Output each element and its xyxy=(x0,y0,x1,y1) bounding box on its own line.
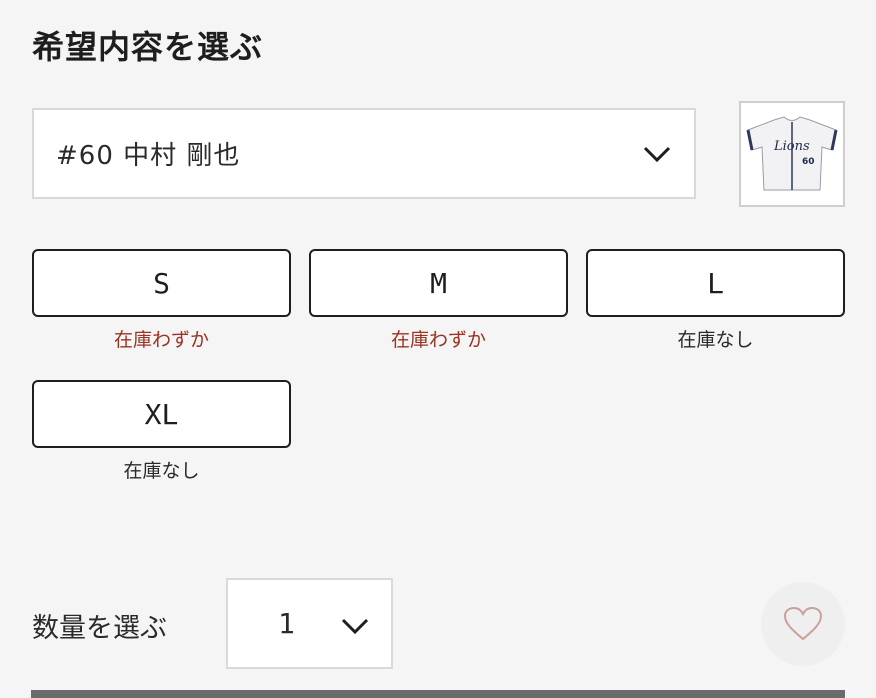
product-thumbnail[interactable]: Lions 60 xyxy=(739,101,845,207)
size-label: L xyxy=(707,266,724,300)
quantity-select[interactable]: 1 xyxy=(226,578,393,669)
size-button-l[interactable]: L xyxy=(586,249,845,317)
stock-status: 在庫なし xyxy=(123,460,200,482)
stock-status: 在庫わずか xyxy=(390,329,486,351)
size-button-s[interactable]: S xyxy=(32,249,291,317)
quantity-label: 数量を選ぶ xyxy=(32,613,167,644)
svg-text:Lions: Lions xyxy=(773,139,810,154)
size-label: S xyxy=(153,266,170,300)
favorite-button[interactable] xyxy=(761,582,845,666)
size-button-xl[interactable]: XL xyxy=(32,380,291,448)
heart-icon xyxy=(783,606,823,641)
player-select-value: #60 中村 剛也 xyxy=(56,141,241,171)
chevron-down-icon xyxy=(643,146,671,162)
size-label: M xyxy=(430,266,447,300)
add-to-cart-bar[interactable] xyxy=(31,690,845,698)
size-label: XL xyxy=(144,397,179,431)
player-select[interactable]: #60 中村 剛也 xyxy=(32,108,696,199)
size-button-m[interactable]: M xyxy=(309,249,568,317)
quantity-value: 1 xyxy=(278,607,295,640)
stock-status: 在庫わずか xyxy=(113,329,209,351)
stock-status: 在庫なし xyxy=(677,329,754,351)
jersey-image: Lions 60 xyxy=(746,116,838,191)
chevron-down-icon xyxy=(341,618,369,635)
svg-text:60: 60 xyxy=(802,157,815,167)
section-title: 希望内容を選ぶ xyxy=(32,28,264,66)
